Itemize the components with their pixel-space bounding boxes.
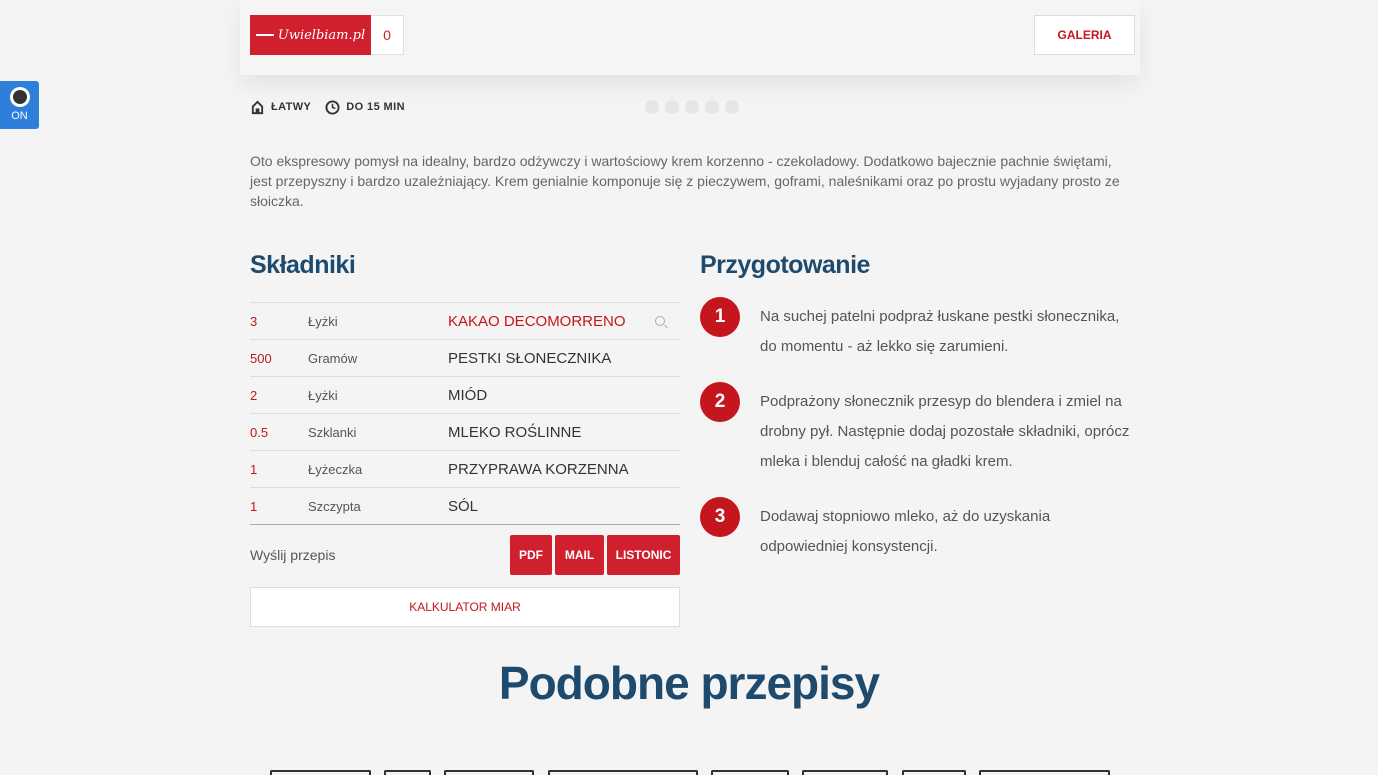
mail-button[interactable]: MAIL [555,535,604,575]
ingredient-unit: Łyżki [308,387,338,403]
step-text: Na suchej patelni podpraż łuskane pestki… [760,308,1120,355]
tag-button[interactable] [711,770,789,775]
ingredient-unit: Łyżeczka [308,461,363,477]
tag-button[interactable] [902,770,966,775]
star-icon[interactable] [685,100,699,114]
step-number: 3 [700,497,740,537]
time-label: DO 15 MIN [346,101,405,113]
ingredient-name: PESTKI SŁONECZNIKA [448,349,612,367]
star-icon[interactable] [725,100,739,114]
star-icon[interactable] [705,100,719,114]
toggle-knob-icon [9,87,30,107]
recipe-intro: Oto ekspresowy pomysł na idealny, bardzo… [250,153,1120,209]
preparation-steps: 1 Na suchej patelni podpraż łuskane pest… [700,297,1140,582]
prep-time: DO 15 MIN [325,99,405,115]
gallery-button[interactable]: GALERIA [1034,15,1135,55]
ingredient-name: SÓL [448,497,479,515]
difficulty: ŁATWY [250,100,311,115]
ingredient-name: MIÓD [448,386,488,404]
step-item: 1 Na suchej patelni podpraż łuskane pest… [700,297,1140,362]
difficulty-label: ŁATWY [271,101,312,113]
pdf-button[interactable]: PDF [510,535,552,575]
toggle-label: ON [11,110,28,122]
ingredient-row: 1 Szczypta SÓL [250,488,680,525]
chef-hat-icon [251,100,264,114]
step-item: 2 Podprażony słonecznik przesyp do blend… [700,382,1140,477]
accessibility-toggle[interactable]: ON [0,81,39,129]
tag-button[interactable] [802,770,888,775]
similar-recipes-title: Podobne przepisy [498,657,880,709]
ingredient-unit: Łyżki [308,313,338,329]
listonic-button[interactable]: LISTONIC [607,535,680,575]
rating-stars[interactable] [645,100,745,114]
ingredient-name-link[interactable]: KAKAO DECOMORRENO [448,313,626,330]
ingredient-qty: 1 [250,461,258,477]
step-number: 2 [700,382,740,422]
ingredient-name: MLEKO ROŚLINNE [448,423,582,441]
recipe-meta: ŁATWY DO 15 MIN [250,97,419,117]
site-logo[interactable]: Uwielbiam.pl [250,15,371,55]
ingredient-qty: 1 [250,498,258,514]
tag-button[interactable] [384,770,431,775]
logo-whisk-icon [255,34,274,36]
ingredient-unit: Szklanki [308,424,357,440]
ingredient-qty: 2 [250,387,258,403]
likes-counter[interactable]: 0 [371,15,404,55]
ingredients-list: 3 Łyżki KAKAO DECOMORRENO 500 Gramów PES… [250,302,680,525]
logo-text: Uwielbiam.pl [277,27,366,43]
ingredient-row: 0.5 Szklanki MLEKO ROŚLINNE [250,414,680,451]
ingredient-row: 3 Łyżki KAKAO DECOMORRENO [250,303,680,340]
tag-button[interactable] [548,770,698,775]
ingredient-unit: Szczypta [308,498,361,514]
ingredient-qty: 3 [250,313,258,329]
ingredient-row: 500 Gramów PESTKI SŁONECZNIKA [250,340,680,377]
star-icon[interactable] [645,100,659,114]
recipe-header-bar: Uwielbiam.pl 0 GALERIA [240,0,1140,75]
tag-button[interactable] [979,770,1110,775]
tag-button[interactable] [270,770,371,775]
search-icon[interactable] [655,316,665,326]
clock-icon [325,99,340,115]
step-number: 1 [700,297,740,337]
ingredients-title: Składniki [250,251,356,279]
step-text: Dodawaj stopniowo mleko, aż do uzyskania… [760,508,1051,555]
measure-calculator-button[interactable]: KALKULATOR MIAR [250,587,680,627]
send-recipe-label: Wyślij przepis [250,547,336,563]
ingredient-row: 2 Łyżki MIÓD [250,377,680,414]
ingredient-qty: 500 [250,350,272,366]
step-text: Podprażony słonecznik przesyp do blender… [760,393,1130,470]
ingredient-qty: 0.5 [250,424,269,440]
step-item: 3 Dodawaj stopniowo mleko, aż do uzyskan… [700,497,1140,562]
ingredient-unit: Gramów [308,350,358,366]
ingredient-row: 1 Łyżeczka PRZYPRAWA KORZENNA [250,451,680,488]
send-recipe-bar: Wyślij przepis PDF MAIL LISTONIC [250,535,680,575]
ingredient-name: PRZYPRAWA KORZENNA [448,460,629,478]
tag-button[interactable] [444,770,534,775]
star-icon[interactable] [665,100,679,114]
preparation-title: Przygotowanie [700,251,870,279]
